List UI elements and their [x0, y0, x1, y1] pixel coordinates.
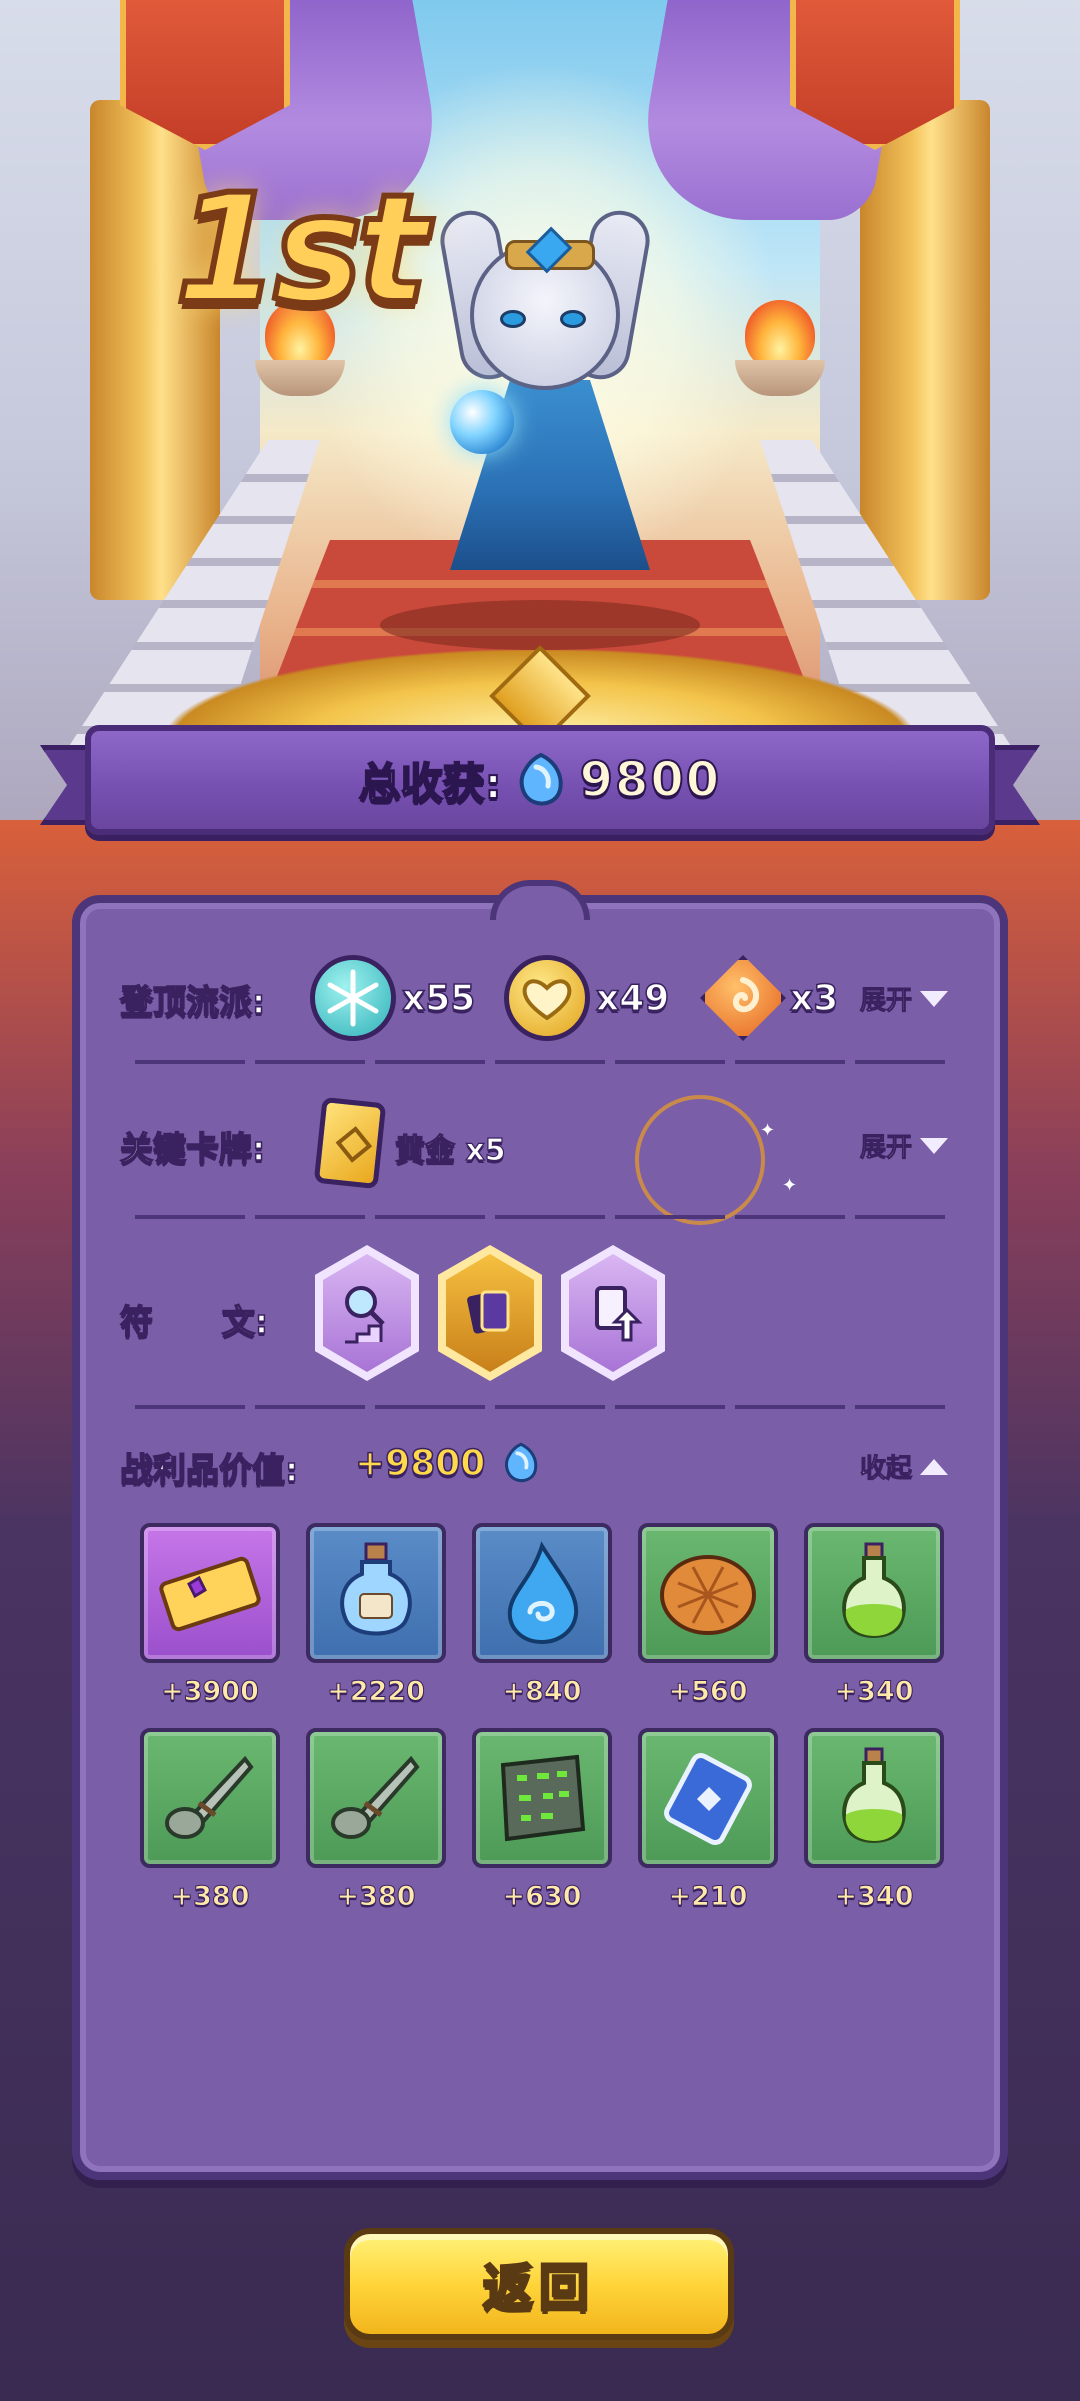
winner-character — [430, 200, 670, 570]
chevron-up-icon — [920, 1458, 949, 1475]
gold-card-count: x5 — [465, 1132, 506, 1168]
loot-value-stone-drill: +380 — [336, 1881, 416, 1913]
fire-swirl-count: x3 — [789, 977, 839, 1020]
magic-orb-icon — [450, 390, 514, 454]
rank-badge: 1st — [172, 163, 431, 337]
green-potion-icon — [842, 1747, 906, 1843]
rune-tablet-icon — [500, 1754, 586, 1842]
blue-card-icon — [664, 1752, 752, 1846]
vip-ticket-icon — [159, 1556, 261, 1632]
loot-slot-water-drop[interactable] — [472, 1523, 612, 1663]
chevron-down-icon — [920, 990, 949, 1007]
loot-slot-stone-drill[interactable] — [306, 1728, 446, 1868]
loot-slot-green-potion[interactable] — [804, 1728, 944, 1868]
collapse-loot-button[interactable]: 收起 — [859, 1448, 949, 1485]
snowflake-icon — [310, 955, 396, 1041]
gold-card-name: 黄金 — [394, 1132, 455, 1168]
bread-icon — [660, 1555, 756, 1635]
sparkle-icon: ✦ — [760, 1120, 776, 1141]
water-drop-icon — [507, 1541, 579, 1645]
key-cards-label: 关键卡牌: — [119, 1128, 266, 1169]
back-button[interactable]: 返回 — [344, 2228, 734, 2340]
loot-value-stone-drill: +380 — [170, 1881, 250, 1913]
expand-cards-button[interactable]: 展开 — [859, 1127, 949, 1164]
podium-shadow — [380, 600, 700, 650]
loot-value-water-drop: +840 — [502, 1676, 582, 1708]
right-brazier-icon — [735, 300, 825, 400]
right-pillar — [860, 100, 990, 600]
total-harvest-banner: 总收获: 9800 — [85, 725, 995, 835]
heart-count: x49 — [595, 977, 670, 1020]
loot-value-blue-card: +210 — [668, 1881, 748, 1913]
blue-gem-icon — [516, 752, 566, 808]
loot-slot-potion-jar[interactable] — [306, 1523, 446, 1663]
loot-slot-stone-drill[interactable] — [140, 1728, 280, 1868]
divider — [135, 1215, 945, 1219]
loot-value-potion-jar: +2220 — [327, 1676, 426, 1708]
loot-slot-vip-ticket[interactable] — [140, 1523, 280, 1663]
gold-card-entry: 黄金 x5 — [394, 1125, 506, 1169]
loot-value-bread: +560 — [668, 1676, 748, 1708]
expand-schools-button[interactable]: 展开 — [859, 980, 949, 1017]
divider — [135, 1060, 945, 1064]
heart-icon — [504, 955, 590, 1041]
gold-card-icon — [313, 1096, 387, 1190]
loot-slot-rune-tablet[interactable] — [472, 1728, 612, 1868]
loot-value-green-potion: +340 — [834, 1676, 914, 1708]
potion-jar-icon — [340, 1542, 412, 1636]
runes-label: 符 文: — [119, 1301, 269, 1342]
summit-school-label: 登顶流派: — [119, 981, 266, 1022]
expand-cards-label: 展开 — [859, 1133, 913, 1164]
stone-drill-icon — [165, 1755, 254, 1839]
loot-value-label: 战利品价值: — [119, 1449, 299, 1490]
loot-value-green-potion: +340 — [834, 1881, 914, 1913]
snowflake-count: x55 — [401, 977, 476, 1020]
blue-gem-icon — [502, 1442, 540, 1484]
back-button-label: 返回 — [482, 2258, 595, 2319]
stone-drill-icon — [331, 1755, 420, 1839]
loot-slot-green-potion[interactable] — [804, 1523, 944, 1663]
total-harvest-value: 9800 — [579, 751, 722, 809]
chevron-down-icon — [920, 1137, 949, 1154]
total-harvest-label: 总收获: — [358, 758, 503, 809]
loot-value-vip-ticket: +3900 — [161, 1676, 260, 1708]
tap-ripple — [635, 1095, 765, 1225]
loot-slot-blue-card[interactable] — [638, 1728, 778, 1868]
divider — [135, 1405, 945, 1409]
loot-value-total: +9800 — [354, 1442, 486, 1485]
left-brazier-icon — [255, 300, 345, 400]
loot-value-rune-tablet: +630 — [502, 1881, 582, 1913]
collapse-loot-label: 收起 — [859, 1454, 913, 1485]
sparkle-icon: ✦ — [782, 1175, 798, 1196]
green-potion-icon — [842, 1542, 906, 1638]
loot-slot-bread[interactable] — [638, 1523, 778, 1663]
expand-schools-label: 展开 — [859, 986, 913, 1017]
